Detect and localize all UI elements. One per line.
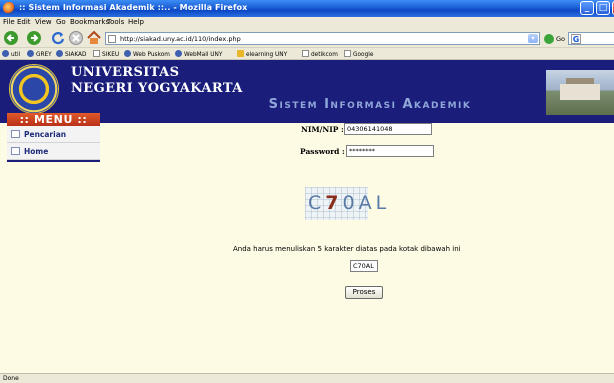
building-body	[560, 84, 600, 100]
sidebar-item-label: Pencarian	[24, 130, 67, 139]
status-text: Done	[3, 375, 19, 382]
page-icon	[302, 50, 309, 57]
submit-button[interactable]: Proses	[345, 286, 383, 299]
bookmark-web-puskom[interactable]: Web Puskom	[124, 50, 170, 59]
page-icon	[11, 130, 20, 138]
bookmark-google[interactable]: Google	[344, 50, 373, 59]
bookmark-webmail-uny[interactable]: WebMail UNY	[175, 50, 222, 59]
stop-icon[interactable]	[68, 30, 84, 46]
sidebar-item-pencarian[interactable]: Pencarian	[7, 126, 100, 143]
sidebar-item-home[interactable]: Home	[7, 143, 100, 160]
reload-icon[interactable]	[50, 30, 66, 46]
bookmarks-toolbar: util GREY SIAKAD SIKEU Web Puskom WebMai…	[0, 48, 614, 60]
banner-title-line1: UNIVERSITAS	[71, 65, 180, 80]
captcha-char: L	[375, 192, 391, 214]
page-icon	[93, 50, 100, 57]
nim-label: NIM/NIP :	[301, 125, 344, 134]
search-box[interactable]: G	[568, 32, 614, 45]
url-text: http://siakad.uny.ac.id/110/index.php	[120, 35, 241, 43]
captcha-input[interactable]: C70AL	[350, 260, 378, 272]
university-logo	[9, 64, 59, 114]
captcha-char: A	[358, 192, 376, 214]
captcha-char: 7	[325, 192, 343, 214]
menu-edit[interactable]: Edit	[17, 18, 31, 26]
google-icon	[344, 50, 351, 57]
title-bar: :: Sistem Informasi Akademik ::.. - Mozi…	[0, 0, 614, 17]
bookmark-detikcom[interactable]: detikcom	[302, 50, 338, 59]
sidebar-item-label: Home	[24, 147, 49, 156]
page-icon	[108, 35, 116, 43]
bookmark-siakad[interactable]: SIAKAD	[56, 50, 86, 59]
google-icon: G	[571, 34, 581, 44]
menu-title: :: MENU ::	[7, 113, 100, 126]
navigation-toolbar: http://siakad.uny.ac.id/110/index.php ▾ …	[0, 28, 614, 48]
bookmark-label: util	[11, 52, 21, 58]
captcha-instruction: Anda harus menuliskan 5 karakter diatas …	[233, 245, 461, 253]
maximize-button[interactable]: □	[596, 1, 610, 15]
bookmark-label: SIAKAD	[65, 52, 87, 58]
password-input[interactable]: ********	[346, 145, 434, 157]
bookmark-label: elearning UNY	[246, 52, 288, 58]
captcha-char: C	[308, 192, 326, 214]
password-label: Password :	[300, 147, 345, 156]
sidebar-menu: :: MENU :: Pencarian Home	[7, 113, 100, 162]
forward-icon[interactable]	[26, 30, 42, 46]
globe-icon	[56, 50, 63, 57]
menu-divider	[7, 160, 100, 162]
browser-window: :: Sistem Informasi Akademik ::.. - Mozi…	[0, 0, 614, 383]
captcha-char: 0	[342, 192, 359, 214]
bookmark-label: Google	[353, 52, 374, 58]
menu-help[interactable]: Help	[128, 18, 144, 26]
bookmark-sikeu[interactable]: SIKEU	[93, 50, 119, 59]
address-bar[interactable]: http://siakad.uny.ac.id/110/index.php ▾	[105, 32, 540, 45]
status-bar: Done	[0, 373, 614, 383]
menu-bar: File Edit View Go Bookmarks Tools Help	[0, 17, 614, 28]
menu-file[interactable]: File	[3, 18, 15, 26]
banner-title-line2: NEGERI YOGYAKARTA	[71, 81, 243, 96]
nim-input[interactable]: 04306141048	[344, 123, 432, 135]
captcha-text: C70AL	[308, 192, 390, 214]
bookmark-label: Web Puskom	[133, 52, 170, 58]
menu-go[interactable]: Go	[56, 18, 66, 26]
bookmark-util[interactable]: util	[2, 50, 20, 59]
menu-tools[interactable]: Tools	[107, 18, 124, 26]
campus-building-image	[546, 70, 614, 115]
firefox-icon	[3, 2, 15, 14]
page-icon	[11, 147, 20, 155]
globe-icon	[175, 50, 182, 57]
elearning-icon	[237, 50, 244, 57]
bookmark-label: WebMail UNY	[184, 52, 223, 58]
back-icon[interactable]	[3, 30, 19, 46]
bookmark-grey[interactable]: GREY	[27, 50, 52, 59]
bookmark-label: GREY	[36, 52, 52, 58]
page-content: UNIVERSITAS NEGERI YOGYAKARTA :: MENU ::…	[0, 60, 614, 373]
chevron-down-icon[interactable]: ▾	[528, 34, 538, 43]
go-icon[interactable]	[544, 34, 554, 44]
bookmark-label: SIKEU	[102, 52, 120, 58]
bookmark-label: detikcom	[311, 52, 338, 58]
system-name-heading: Sistem Informasi Akademik	[268, 97, 472, 112]
home-icon[interactable]	[86, 30, 102, 46]
menu-view[interactable]: View	[35, 18, 52, 26]
bookmark-elearning-uny[interactable]: elearning UNY	[237, 50, 287, 59]
globe-icon	[124, 50, 131, 57]
captcha-image: C70AL	[305, 187, 386, 220]
window-title: :: Sistem Informasi Akademik ::.. - Mozi…	[19, 3, 248, 12]
minimize-button[interactable]: _	[580, 1, 594, 15]
menu-bookmarks[interactable]: Bookmarks	[70, 18, 109, 26]
globe-icon	[2, 50, 9, 57]
globe-icon	[27, 50, 34, 57]
go-button-label[interactable]: Go	[556, 35, 565, 43]
